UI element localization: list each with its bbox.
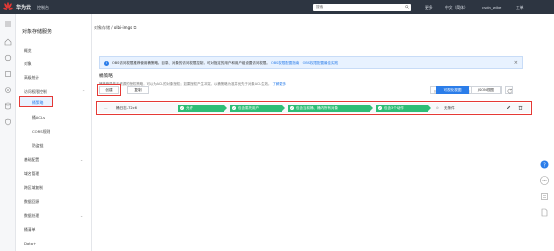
policy-rule-row[interactable]: — 桶日志-72c6 ✓ 允许 ✓ 包含委托用户 ✓ 包含当前桶、桶内所有对象 … bbox=[98, 103, 530, 113]
security-icon[interactable] bbox=[4, 118, 12, 126]
breadcrumb: 对象存储 / olbi-imgs ⧉ bbox=[94, 25, 136, 31]
breadcrumb-root[interactable]: 对象存储 bbox=[94, 25, 110, 30]
ticket-link[interactable]: 工单 bbox=[516, 5, 524, 11]
main-content: 对象存储 / olbi-imgs ⧉ i OBS访问权限推荐使用桶策略。目录、对… bbox=[92, 14, 534, 251]
menu-icon[interactable] bbox=[4, 20, 12, 28]
chat-icon[interactable] bbox=[540, 176, 549, 185]
brand-name[interactable]: 华为云 bbox=[16, 4, 31, 11]
check-icon: ✓ bbox=[180, 106, 184, 110]
close-icon[interactable]: × bbox=[514, 60, 518, 66]
access-control-label: 访问权限控制 bbox=[24, 89, 47, 94]
chevron-down-icon: ⌄ bbox=[80, 213, 84, 218]
service-rail bbox=[0, 14, 16, 251]
rule-name: 桶日志-72c6 bbox=[116, 105, 137, 110]
database-icon[interactable] bbox=[4, 102, 12, 110]
delete-icon[interactable] bbox=[518, 105, 523, 110]
principal-chip: ✓ 包含委托用户 bbox=[230, 104, 285, 112]
breadcrumb-bucket: olbi-imgs bbox=[113, 25, 133, 30]
more-menu[interactable]: 更多 bbox=[425, 5, 433, 11]
resource-chip: ✓ 包含当前桶、桶内所有对象 bbox=[288, 104, 373, 112]
cloud-service-icon[interactable] bbox=[4, 54, 12, 62]
feedback-icon[interactable] bbox=[540, 192, 549, 201]
menu-item-data-processing[interactable]: 数据处理 bbox=[24, 213, 39, 219]
notice-link-best-practice[interactable]: OBS权限配置最佳实践 bbox=[303, 61, 338, 65]
huawei-logo-icon[interactable] bbox=[3, 2, 13, 12]
menu-item-hotlink-protection[interactable]: 防盗链 bbox=[32, 143, 43, 149]
menu-item-bucket-policy[interactable]: 桶策略 bbox=[32, 100, 43, 106]
help-icon[interactable]: ? bbox=[540, 160, 549, 169]
menu-item-advanced-stats[interactable]: 高级统计 bbox=[24, 75, 39, 81]
menu-item-domain-mgmt[interactable]: 域名管理 bbox=[24, 171, 39, 177]
network-icon[interactable] bbox=[4, 86, 12, 94]
section-desc-text: 桶策略是基于资源的授权策略，可以为ACL的对象授权；如果授权产生冲突，以桶策略为… bbox=[99, 82, 272, 86]
storage-icon[interactable] bbox=[4, 70, 12, 78]
console-link[interactable]: 控制台 bbox=[37, 5, 49, 11]
global-search-input[interactable]: 搜索 bbox=[313, 3, 411, 11]
chevron-up-icon: ⌃ bbox=[82, 89, 86, 94]
top-bar: 华为云 控制台 搜索 更多 中文（简体） csdn_wike 工单 bbox=[0, 0, 554, 14]
menu-item-objects[interactable]: 对象 bbox=[24, 61, 32, 67]
menu-item-back-to-source[interactable]: 数据回源 bbox=[24, 199, 39, 205]
service-title: 对象存储服务 bbox=[22, 29, 53, 35]
notice-text: OBS访问权限推荐使用桶策略。目录、对象的访问权限控制，可对指定的用户和用户组设… bbox=[112, 61, 338, 66]
notice-message: OBS访问权限推荐使用桶策略。目录、对象的访问权限控制，可对指定的用户和用户组设… bbox=[112, 61, 270, 65]
home-icon[interactable] bbox=[4, 38, 12, 46]
info-icon: i bbox=[104, 60, 109, 66]
language-selector[interactable]: 中文（简体） bbox=[445, 5, 468, 11]
menu-item-overview[interactable]: 概览 bbox=[24, 48, 32, 54]
menu-item-cors-rules[interactable]: CORS规则 bbox=[32, 129, 50, 135]
check-icon: ✓ bbox=[232, 106, 236, 110]
info-notice: i OBS访问权限推荐使用桶策略。目录、对象的访问权限控制，可对指定的用户和用户… bbox=[99, 56, 523, 69]
create-button[interactable]: 创建 bbox=[99, 86, 119, 94]
refresh-icon bbox=[507, 88, 512, 93]
menu-item-inventory[interactable]: 桶清单 bbox=[24, 227, 35, 233]
no-condition-icon: ⊘ bbox=[436, 105, 440, 110]
condition-label: 无条件 bbox=[444, 105, 455, 110]
principal-label: 包含委托用户 bbox=[238, 105, 259, 110]
section-title: 桶策略 bbox=[99, 74, 113, 79]
check-icon: ✓ bbox=[290, 106, 294, 110]
copy-button[interactable]: 复制 bbox=[127, 86, 149, 94]
menu-item-bucket-acls[interactable]: 桶ACLs bbox=[32, 115, 45, 121]
resource-label: 包含当前桶、桶内所有对象 bbox=[296, 105, 338, 110]
json-view-tab[interactable]: JSON视图 bbox=[471, 86, 501, 94]
check-icon: ✓ bbox=[378, 106, 382, 110]
menu-item-access-control[interactable]: 访问权限控制 ⌃ bbox=[24, 89, 85, 95]
action-chip: ✓ 包含3个动作 bbox=[376, 104, 431, 112]
chevron-down-icon: ⌄ bbox=[80, 157, 84, 162]
effect-label: 允许 bbox=[186, 105, 193, 110]
notice-link-guide[interactable]: OBS权限配置指南 bbox=[271, 61, 299, 65]
menu-item-basic-config[interactable]: 基础配置 bbox=[24, 157, 39, 163]
document-icon[interactable] bbox=[540, 208, 549, 217]
visual-view-tab[interactable]: 可视化视图 bbox=[436, 86, 469, 94]
refresh-button[interactable] bbox=[505, 86, 513, 94]
collapse-icon[interactable]: — bbox=[104, 106, 108, 110]
search-icon[interactable] bbox=[405, 5, 409, 9]
learn-more-link[interactable]: 了解更多 bbox=[272, 82, 286, 86]
user-account[interactable]: csdn_wike bbox=[482, 5, 501, 10]
copy-icon[interactable]: ⧉ bbox=[133, 25, 136, 30]
menu-item-data-plus[interactable]: Data+ bbox=[24, 241, 36, 246]
edit-icon[interactable] bbox=[506, 105, 511, 110]
svg-text:?: ? bbox=[543, 162, 546, 168]
action-label: 包含3个动作 bbox=[384, 105, 404, 110]
menu-item-cross-region-replication[interactable]: 跨区域复制 bbox=[24, 185, 43, 191]
search-placeholder: 搜索 bbox=[316, 4, 324, 9]
effect-chip: ✓ 允许 bbox=[178, 104, 227, 112]
